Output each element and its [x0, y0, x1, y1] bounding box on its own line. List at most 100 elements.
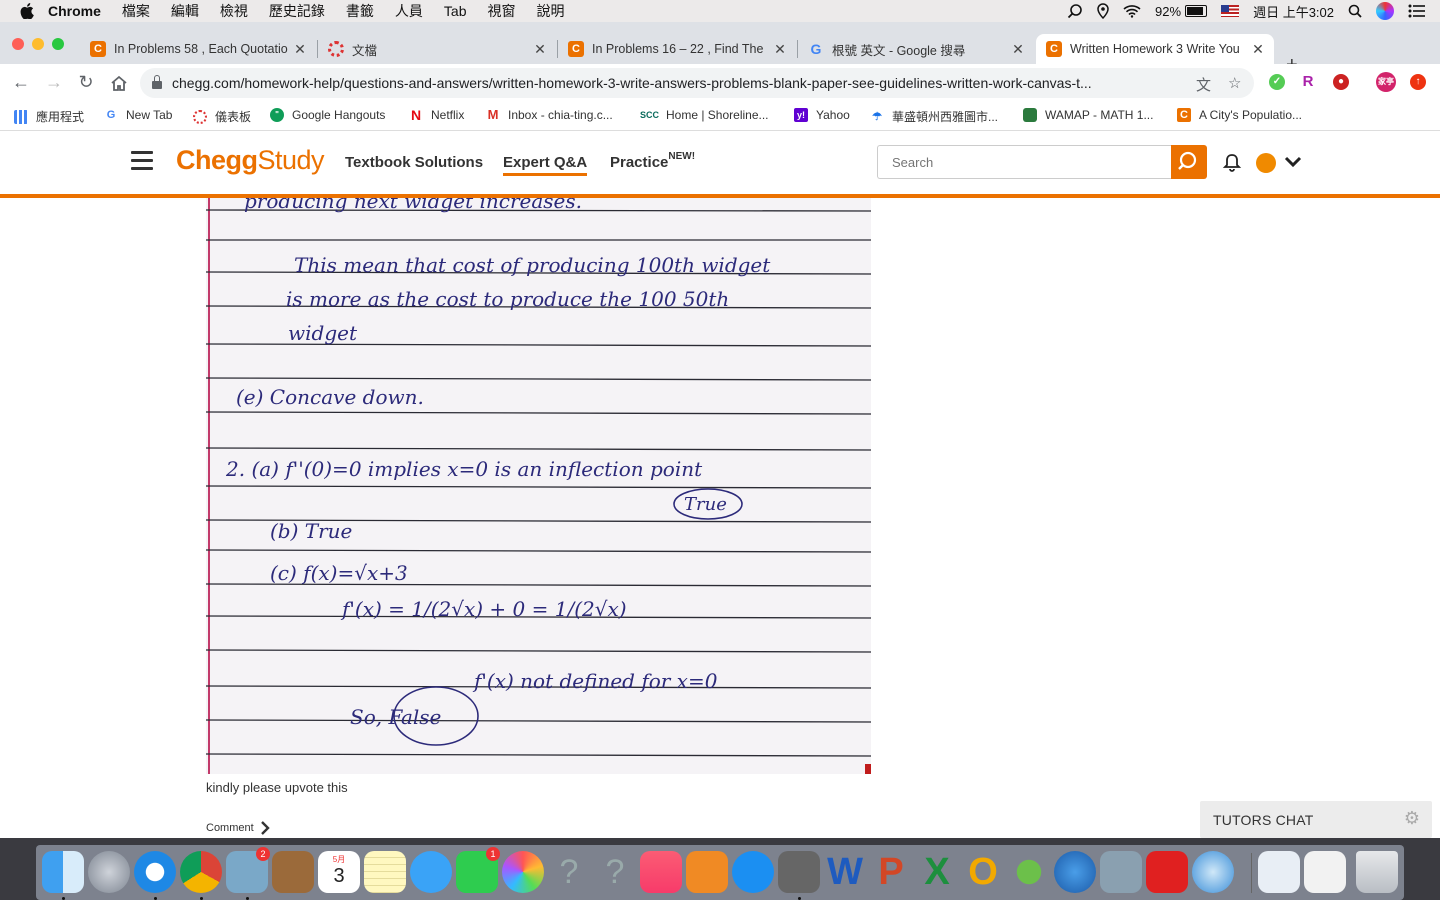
menu-history[interactable]: 歷史記錄	[269, 1, 325, 21]
bookmark-star-icon[interactable]: ☆	[1228, 74, 1241, 92]
address-bar[interactable]: chegg.com/homework-help/questions-and-an…	[140, 68, 1254, 98]
question-mark-icon[interactable]: ?	[594, 851, 636, 893]
bookmark-wamap[interactable]: WAMAP - MATH 1...	[1023, 108, 1153, 122]
window-close-button[interactable]	[12, 38, 24, 50]
tab-close-icon[interactable]: ✕	[1250, 41, 1266, 58]
extension-lastpass-icon[interactable]: ●	[1333, 74, 1349, 90]
tab-1[interactable]: C In Problems 58 , Each Quotatio ✕	[80, 34, 316, 64]
app-store-icon[interactable]	[732, 851, 774, 893]
tab-4[interactable]: G 根號 英文 - Google 搜尋 ✕	[798, 34, 1034, 64]
comment-toggle[interactable]: Comment	[206, 820, 270, 836]
key-search-icon[interactable]	[1067, 3, 1083, 19]
bookmark-netflix[interactable]: N Netflix	[409, 108, 464, 122]
back-arrow-icon[interactable]: ←	[10, 72, 32, 93]
search-button[interactable]	[1171, 145, 1207, 179]
wifi-icon[interactable]	[1123, 4, 1141, 18]
siri-icon[interactable]	[1376, 2, 1394, 20]
bookmark-shoreline[interactable]: SCC Home | Shoreline...	[640, 108, 769, 122]
notification-center-icon[interactable]	[1408, 4, 1426, 18]
search-input[interactable]	[877, 145, 1171, 179]
menubar-clock[interactable]: 週日 上午3:02	[1253, 2, 1334, 21]
reload-icon[interactable]: ↻	[75, 72, 97, 93]
document-stack-icon[interactable]	[1258, 851, 1300, 893]
gear-icon[interactable]: ⚙	[1404, 808, 1420, 829]
chegg-study-logo[interactable]: CheggStudy	[176, 145, 325, 176]
window-minimize-button[interactable]	[32, 38, 44, 50]
excel-icon[interactable]: X	[916, 851, 958, 893]
outlook-icon[interactable]: O	[962, 851, 1004, 893]
battery-status[interactable]: 92%	[1155, 4, 1208, 19]
lock-icon[interactable]	[152, 75, 162, 89]
launchpad-icon[interactable]	[88, 851, 130, 893]
notes-icon[interactable]	[364, 851, 406, 893]
menu-bookmarks[interactable]: 書籤	[346, 1, 374, 21]
system-preferences-icon[interactable]	[778, 851, 820, 893]
tab-2[interactable]: 文檔 ✕	[318, 34, 556, 64]
chevron-down-icon[interactable]	[1284, 155, 1302, 169]
remote-desktop-icon[interactable]	[1100, 851, 1142, 893]
contacts-icon[interactable]	[272, 851, 314, 893]
window-zoom-button[interactable]	[52, 38, 64, 50]
spotlight-icon[interactable]	[1348, 4, 1362, 18]
home-icon[interactable]	[108, 75, 130, 91]
chrome-icon[interactable]	[180, 851, 222, 893]
photos-icon[interactable]	[502, 851, 544, 893]
network-globe-icon[interactable]	[1054, 851, 1096, 893]
hw-line: is more as the cost to produce the 100 5…	[286, 287, 729, 311]
bookmark-hangouts[interactable]: " Google Hangouts	[270, 108, 385, 122]
messages-icon[interactable]	[410, 851, 452, 893]
bookmark-inbox[interactable]: M Inbox - chia-ting.c...	[486, 108, 613, 123]
menu-tab[interactable]: Tab	[444, 3, 467, 19]
tab-close-icon[interactable]: ✕	[292, 41, 308, 58]
calendar-icon[interactable]: 5月 3	[318, 851, 360, 893]
profile-avatar-icon[interactable]: 家亭	[1376, 72, 1396, 92]
bookmark-yahoo[interactable]: y! Yahoo	[794, 108, 850, 122]
books-icon[interactable]	[686, 851, 728, 893]
bookmark-city-population[interactable]: C A City's Populatio...	[1177, 108, 1302, 122]
location-icon[interactable]	[1097, 3, 1109, 19]
bookmark-new-tab[interactable]: G New Tab	[104, 108, 173, 122]
menu-window[interactable]: 視窗	[487, 1, 515, 21]
tab-close-icon[interactable]: ✕	[1010, 41, 1026, 58]
extension-check-icon[interactable]: ✓	[1269, 74, 1285, 90]
menu-file[interactable]: 檔案	[122, 1, 150, 21]
tab-5-active[interactable]: C Written Homework 3 Write You ✕	[1036, 34, 1274, 64]
menu-view[interactable]: 檢視	[220, 1, 248, 21]
acrobat-icon[interactable]	[1146, 851, 1188, 893]
trash-icon[interactable]	[1356, 851, 1398, 893]
finder-icon[interactable]	[42, 851, 84, 893]
menu-people[interactable]: 人員	[395, 1, 423, 21]
nav-textbook-solutions[interactable]: Textbook Solutions	[345, 154, 483, 171]
bookmark-weather[interactable]: ☂ 華盛頓州西雅圖市...	[870, 108, 998, 125]
extension-r-icon[interactable]: R	[1300, 74, 1316, 90]
translate-icon[interactable]: 文	[1196, 74, 1211, 95]
powerpoint-icon[interactable]: P	[870, 851, 912, 893]
menu-help[interactable]: 說明	[536, 1, 564, 21]
network-utility-icon[interactable]	[1192, 851, 1234, 893]
bookmark-label: 華盛頓州西雅圖市...	[892, 110, 999, 124]
us-flag-input-icon[interactable]	[1221, 5, 1240, 17]
safari-icon[interactable]	[134, 851, 176, 893]
extension-upload-icon[interactable]: ↑	[1410, 74, 1426, 90]
nav-practice[interactable]: PracticeNEW!	[610, 151, 695, 171]
apple-menu-icon[interactable]	[20, 3, 34, 19]
url-text[interactable]: chegg.com/homework-help/questions-and-an…	[172, 75, 1182, 91]
tab-close-icon[interactable]: ✕	[772, 41, 788, 58]
pdf-document-icon[interactable]	[1304, 851, 1346, 893]
messenger-people-icon[interactable]	[1008, 851, 1050, 893]
user-avatar[interactable]	[1256, 153, 1276, 173]
tab-3[interactable]: C In Problems 16 – 22 , Find The ✕	[558, 34, 796, 64]
word-icon[interactable]: W	[824, 851, 866, 893]
menu-edit[interactable]: 編輯	[171, 1, 199, 21]
hamburger-menu-icon[interactable]	[131, 151, 153, 175]
tab-close-icon[interactable]: ✕	[532, 41, 548, 58]
tutors-chat-widget[interactable]: TUTORS CHAT ⚙	[1200, 801, 1432, 838]
music-icon[interactable]	[640, 851, 682, 893]
bookmark-dashboard[interactable]: 儀表板	[193, 108, 251, 125]
forward-arrow-icon[interactable]: →	[43, 72, 65, 93]
question-mark-icon[interactable]: ?	[548, 851, 590, 893]
notification-bell-icon[interactable]	[1222, 153, 1242, 173]
menu-app-name[interactable]: Chrome	[48, 3, 101, 19]
nav-expert-qa[interactable]: Expert Q&A	[503, 154, 588, 176]
bookmark-apps[interactable]: 應用程式	[14, 108, 84, 125]
